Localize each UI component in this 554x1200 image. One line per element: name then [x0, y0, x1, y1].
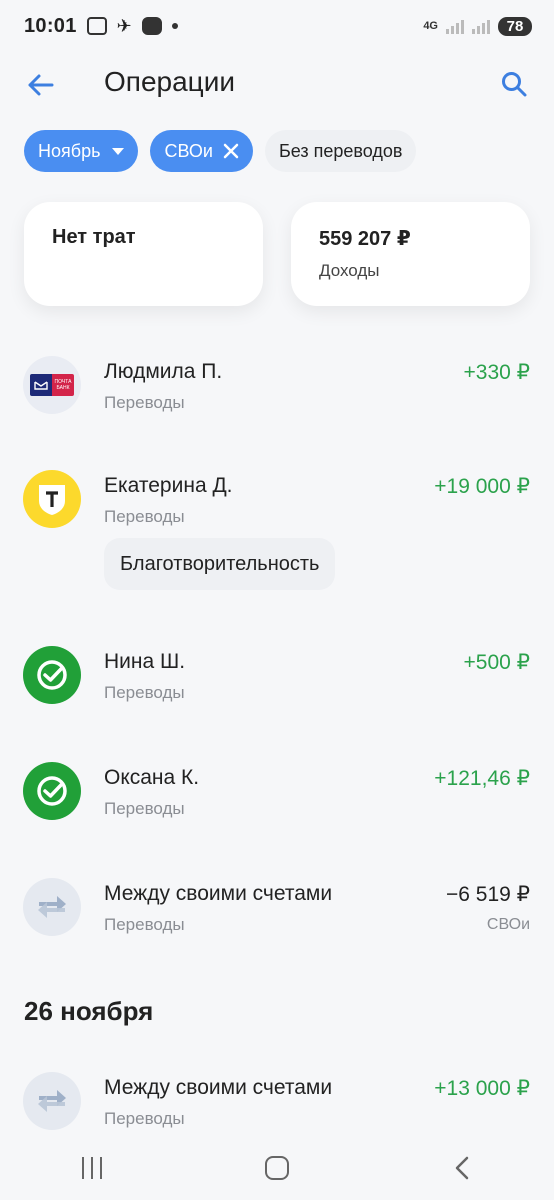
transaction-amount: +500 ₽ — [463, 651, 531, 674]
transaction-category: Переводы — [104, 683, 185, 702]
transaction-category: Переводы — [104, 507, 185, 526]
status-bar: 10:01 ✈ 4G 78 — [0, 0, 554, 52]
transaction-amount: +121,46 ₽ — [434, 767, 530, 790]
transaction-name: Нина Ш. — [104, 650, 186, 673]
income-label: Доходы — [319, 261, 380, 280]
summary-cards: Нет трат 559 207 ₽ Доходы — [24, 202, 530, 306]
close-icon[interactable] — [223, 143, 239, 159]
filter-month-label: Ноябрь — [38, 140, 101, 161]
filter-month-chip[interactable]: Ноябрь — [24, 130, 139, 172]
notification-dot-icon — [171, 23, 178, 29]
transaction-amount: −6 519 ₽ — [445, 883, 530, 906]
t-bank-logo-icon — [23, 470, 81, 528]
filter-account-label: СВОи — [164, 140, 213, 161]
expenses-card[interactable]: Нет трат — [24, 202, 263, 306]
transaction-name: Между своими счетами — [104, 882, 333, 905]
transaction-category: Переводы — [104, 799, 185, 818]
transaction-category: Переводы — [104, 393, 185, 412]
transaction-row[interactable]: ПОЧТА БАНК Людмила П. Переводы +330 ₽ — [0, 340, 554, 450]
transaction-name: Оксана К. — [104, 766, 200, 789]
transaction-category: Переводы — [104, 915, 185, 934]
transaction-account: СВОи — [486, 916, 530, 933]
home-button[interactable] — [247, 1152, 307, 1184]
chevron-left-icon — [455, 1156, 468, 1180]
filter-account-chip[interactable]: СВОи — [150, 130, 253, 172]
transaction-amount: +13 000 ₽ — [434, 1077, 530, 1100]
status-bar-left: 10:01 ✈ — [24, 15, 178, 38]
app-bar: Операции — [0, 60, 554, 110]
arrow-left-icon — [28, 74, 54, 96]
filter-no-transfers-label: Без переводов — [278, 140, 403, 161]
sber-logo-icon — [23, 762, 81, 820]
transaction-tag[interactable]: Благотворительность — [104, 538, 336, 590]
date-header: 26 ноября — [24, 996, 154, 1026]
app-notification-icon — [141, 17, 162, 35]
sber-logo-icon — [23, 646, 81, 704]
search-button[interactable] — [496, 66, 532, 102]
home-icon — [264, 1156, 289, 1180]
expenses-value: Нет трат — [52, 226, 136, 248]
pochta-bank-logo-icon: ПОЧТА БАНК — [23, 356, 81, 414]
runner-icon: ✈ — [116, 15, 132, 36]
filter-no-transfers-chip[interactable]: Без переводов — [264, 130, 417, 172]
transaction-category: Переводы — [104, 1109, 185, 1128]
transaction-name: Екатерина Д. — [104, 474, 233, 497]
system-nav-bar — [0, 1132, 554, 1200]
page-title: Операции — [104, 66, 235, 97]
signal-strength-2-icon — [472, 18, 490, 34]
caret-down-icon — [112, 147, 125, 155]
income-value: 559 207 ₽ — [319, 228, 411, 250]
status-time: 10:01 — [24, 14, 77, 37]
transaction-name: Людмила П. — [104, 360, 223, 383]
transaction-row[interactable]: Екатерина Д. Переводы +19 000 ₽ Благотво… — [0, 454, 554, 630]
transaction-name: Между своими счетами — [104, 1076, 333, 1099]
recent-apps-button[interactable] — [62, 1152, 122, 1184]
search-icon — [502, 72, 527, 97]
transfer-icon — [23, 1072, 81, 1130]
back-button[interactable] — [22, 68, 58, 102]
transfer-icon — [23, 878, 81, 936]
filter-chips: Ноябрь СВОи Без переводов — [24, 130, 417, 172]
transaction-amount: +330 ₽ — [463, 361, 531, 384]
battery-level: 78 — [498, 16, 532, 36]
system-back-button[interactable] — [432, 1152, 492, 1184]
transaction-row[interactable]: Оксана К. Переводы +121,46 ₽ — [0, 746, 554, 856]
recent-apps-icon — [82, 1157, 103, 1179]
signal-strength-icon — [446, 18, 464, 34]
transaction-row[interactable]: Нина Ш. Переводы +500 ₽ — [0, 630, 554, 740]
network-type: 4G — [423, 20, 438, 32]
income-card[interactable]: 559 207 ₽ Доходы — [291, 202, 530, 306]
screenshot-icon — [86, 17, 107, 35]
transaction-row[interactable]: Между своими счетами Переводы −6 519 ₽ С… — [0, 862, 554, 972]
status-bar-right: 4G 78 — [423, 16, 532, 36]
transaction-amount: +19 000 ₽ — [434, 475, 530, 498]
